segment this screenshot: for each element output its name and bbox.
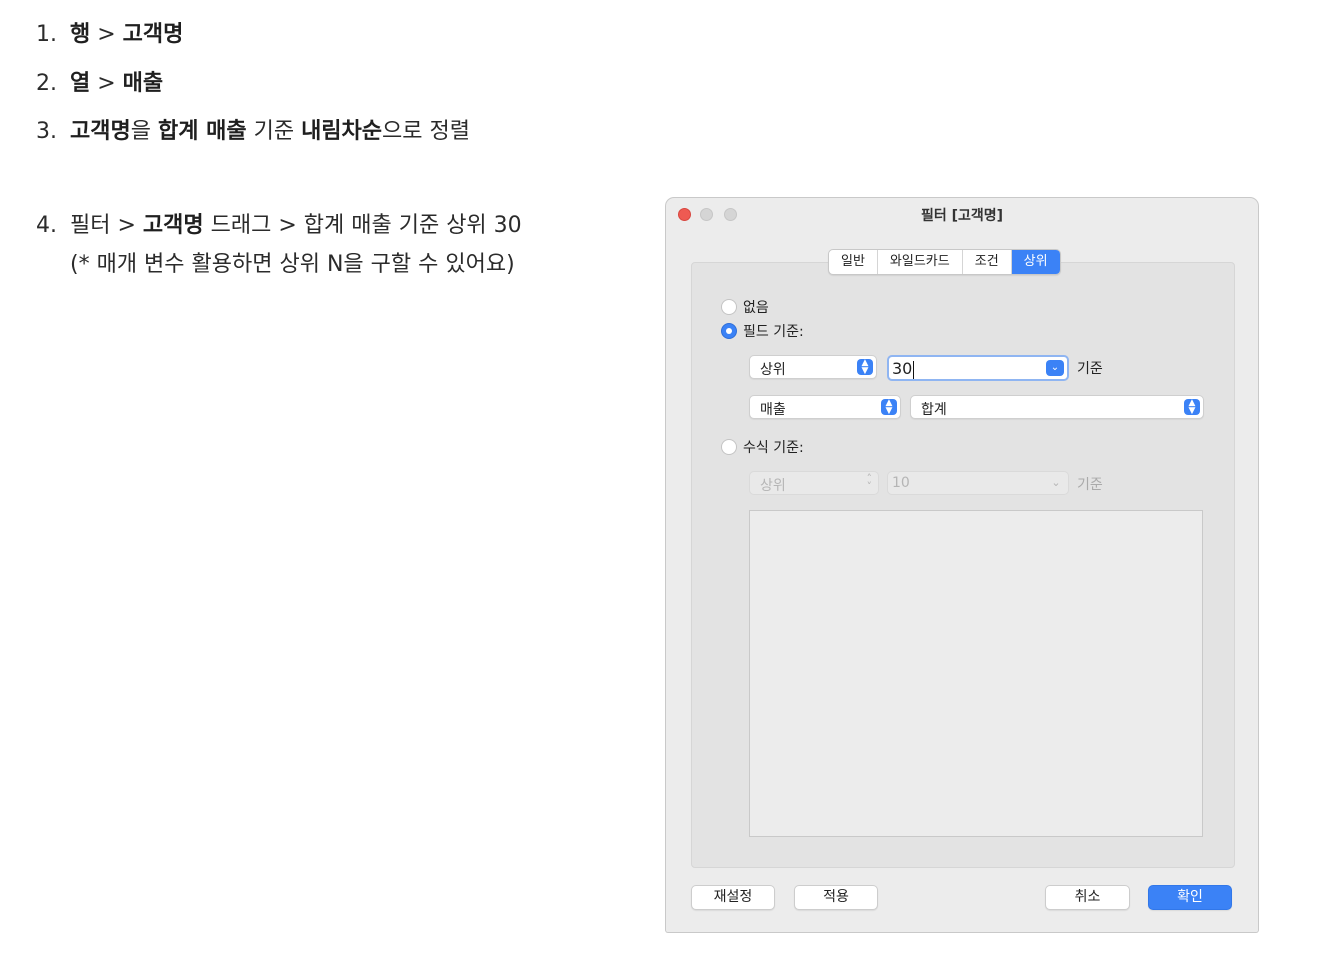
radio-by-formula-label: 수식 기준: [743,440,804,456]
count-input[interactable]: 30 [892,359,915,379]
step-2: 2. 열 > 매출 [36,69,163,99]
by-label: 기준 [1077,361,1103,377]
top-bottom-value: 상위 [760,362,786,378]
cancel-button[interactable]: 취소 [1045,885,1130,910]
formula-top-bottom-select: 상위 ˄ ˅ [749,471,879,495]
apply-button[interactable]: 적용 [794,885,878,910]
step-text: 으로 정렬 [382,119,470,144]
step-3: 3. 고객명을 합계 매출 기준 내림차순으로 정렬 [36,117,470,147]
step-text-bold: 고객명 [122,22,184,47]
step-text-bold: 고객명 [70,119,131,144]
aggregation-select[interactable]: 합계 ▲ ▼ [910,395,1204,419]
step-text: 필터 > [70,213,143,238]
step-text: 기준 [246,119,302,144]
step-number: 2. [36,71,57,96]
chevron-down-icon: ⌄ [1051,476,1061,489]
text-caret [913,360,915,379]
step-1: 1. 행 > 고객명 [36,20,183,50]
dialog-titlebar[interactable]: 필터 [고객명] [666,198,1258,232]
formula-top-bottom-value: 상위 [760,478,786,494]
radio-none-label: 없음 [743,300,769,316]
reset-button[interactable]: 재설정 [691,885,775,910]
radio-by-formula[interactable] [721,439,737,455]
radio-none[interactable] [721,299,737,315]
step-text-bold: 합계 매출 [157,119,247,144]
step-text-bold: 고객명 [142,213,204,238]
tab-general[interactable]: 일반 [829,250,878,274]
updown-chevron-icon: ▲ ▼ [1184,399,1200,416]
count-value: 30 [892,359,913,378]
top-bottom-select[interactable]: 상위 ▲ ▼ [749,355,877,379]
radio-by-field-label: 필드 기준: [743,324,804,340]
formula-editor [749,510,1203,837]
step-text-bold: 매출 [122,71,164,96]
step-number: 4. [36,213,57,238]
updown-chevron-icon: ▲ ▼ [857,359,873,376]
aggregation-value: 합계 [921,402,947,418]
step-number: 1. [36,22,57,47]
tab-condition[interactable]: 조건 [963,250,1012,274]
dialog-title: 필터 [고객명] [920,208,1004,224]
count-combobox[interactable]: 30 ⌄ [887,355,1069,381]
tab-wildcard[interactable]: 와일드카드 [878,250,963,274]
formula-count-combobox: 10 ⌄ [887,471,1069,495]
step-text-bold: 행 [70,22,91,47]
step-text-bold: 열 [70,71,91,96]
updown-chevron-icon: ▲ ▼ [881,399,897,416]
filter-dialog: 필터 [고객명] 일반 와일드카드 조건 상위 없음 필드 기준: 상위 ▲ ▼ … [666,198,1258,932]
field-value: 매출 [760,402,786,418]
step-number: 3. [36,119,57,144]
step-text: > [90,22,123,47]
field-select[interactable]: 매출 ▲ ▼ [749,395,901,419]
ok-button[interactable]: 확인 [1148,885,1232,910]
step-text: 을 [130,119,158,144]
filter-tabs: 일반 와일드카드 조건 상위 [828,249,1061,275]
radio-by-field[interactable] [721,323,737,339]
step-text-bold: 내림차순 [301,119,383,144]
step-4: 4. 필터 > 고객명 드래그 > 합계 매출 기준 상위 30 [36,211,522,241]
formula-by-label: 기준 [1077,477,1103,493]
step-text: 드래그 > 합계 매출 기준 상위 30 [203,213,522,238]
step-text: > [90,71,123,96]
chevron-down-icon[interactable]: ⌄ [1046,360,1064,376]
tab-top[interactable]: 상위 [1011,250,1060,274]
step-4-note: (* 매개 변수 활용하면 상위 N을 구할 수 있어요) [70,252,515,277]
updown-chevron-icon: ˄ ˅ [866,472,873,493]
formula-count-value: 10 [892,475,910,491]
